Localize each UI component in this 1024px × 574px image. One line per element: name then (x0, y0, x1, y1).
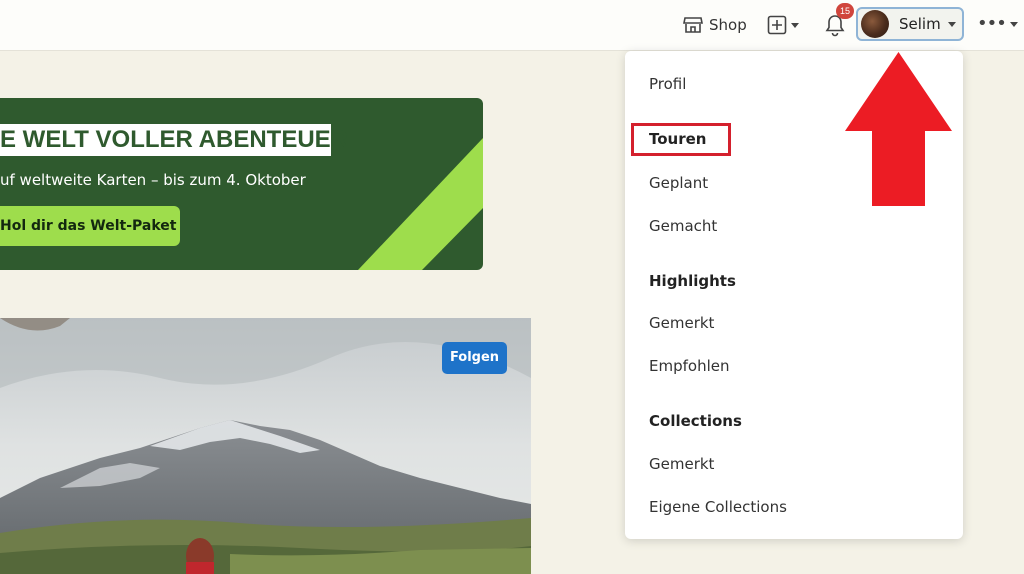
annotation-highlight-box (631, 123, 731, 156)
banner-title: E WELT VOLLER ABENTEUER (0, 124, 348, 156)
notification-count-badge: 15 (836, 3, 854, 19)
follow-button[interactable]: Folgen (442, 342, 507, 374)
menu-item-collections-gemerkt[interactable]: Gemerkt (649, 455, 714, 473)
user-menu-button[interactable]: Selim (856, 7, 964, 41)
user-name: Selim (899, 15, 941, 33)
plus-square-icon (767, 15, 787, 35)
menu-item-collections[interactable]: Collections (649, 412, 742, 430)
annotation-arrow-up-icon (845, 52, 952, 206)
menu-item-highlights-gemerkt[interactable]: Gemerkt (649, 314, 714, 332)
menu-item-geplant[interactable]: Geplant (649, 174, 708, 192)
chevron-down-icon (1009, 21, 1018, 27)
more-options-button[interactable]: ••• (977, 14, 1018, 34)
store-icon (683, 17, 703, 33)
banner-cta-button[interactable]: Hol dir das Welt-Paket (0, 206, 180, 246)
chevron-down-icon (791, 22, 799, 28)
shop-label: Shop (709, 16, 747, 34)
menu-item-profil[interactable]: Profil (649, 75, 686, 93)
shop-button[interactable]: Shop (683, 13, 747, 37)
menu-item-eigene-collections[interactable]: Eigene Collections (649, 498, 787, 516)
more-dots-icon: ••• (977, 13, 1007, 34)
menu-item-highlights[interactable]: Highlights (649, 272, 736, 290)
menu-item-gemacht[interactable]: Gemacht (649, 217, 717, 235)
menu-item-empfohlen[interactable]: Empfohlen (649, 357, 729, 375)
top-navigation-bar: Shop 15 Selim ••• (0, 0, 1024, 51)
avatar (861, 10, 889, 38)
create-menu-button[interactable] (767, 13, 799, 37)
chevron-down-icon (947, 21, 956, 27)
banner-subtitle: uf weltweite Karten – bis zum 4. Oktober (0, 171, 306, 189)
promo-banner: E WELT VOLLER ABENTEUER uf weltweite Kar… (0, 98, 483, 270)
